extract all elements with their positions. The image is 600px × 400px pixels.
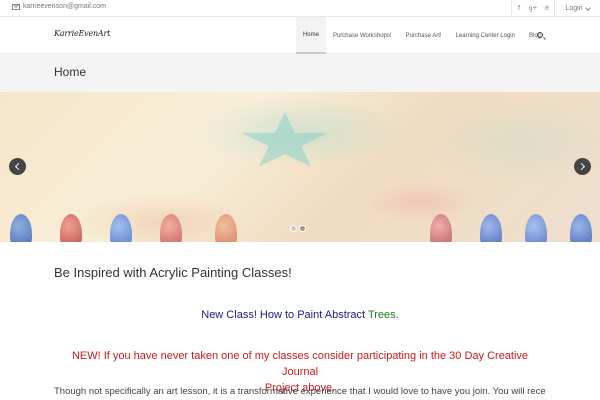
slide-paint-drop — [60, 214, 82, 242]
slide-paint-drop — [160, 214, 182, 242]
slide-paint-drop — [215, 214, 237, 242]
new-class-text: New Class! How to Paint Abstract — [201, 309, 368, 321]
promo-line-1: NEW! If you have never taken one of my c… — [71, 350, 529, 378]
mail-icon — [12, 3, 20, 10]
slider-dot[interactable] — [299, 225, 306, 232]
main-nav: Home Purchase Workshops! Purchase Art! L… — [295, 17, 548, 54]
slide-paint-drop — [570, 214, 592, 242]
page-title: Home — [54, 65, 87, 79]
slide-painting-image — [241, 112, 329, 167]
email-text: karrieevenson@gmail.com — [23, 3, 106, 10]
contact-email[interactable]: karrieevenson@gmail.com — [12, 3, 106, 10]
new-class-suffix: . — [395, 309, 399, 321]
content-heading: Be Inspired with Acrylic Painting Classe… — [54, 265, 292, 280]
facebook-icon[interactable]: f — [512, 0, 526, 17]
chevron-left-icon — [14, 162, 23, 171]
slide-paint-drop — [525, 214, 547, 242]
page-title-bar: Home — [0, 54, 600, 92]
social-links: f g+ ℗ — [511, 0, 554, 17]
search-icon[interactable] — [537, 32, 543, 38]
slider-dot[interactable] — [290, 225, 297, 232]
slider-prev-button[interactable] — [9, 158, 26, 175]
new-class-highlight: Trees — [367, 309, 396, 321]
chevron-right-icon — [577, 162, 586, 171]
site-header: KarrieEvenArt Home Purchase Workshops! P… — [0, 17, 600, 54]
slide-paint-drop — [10, 214, 32, 242]
slider-pagination — [290, 225, 306, 232]
google-plus-icon[interactable]: g+ — [526, 0, 540, 17]
body-paragraph: Though not specifically an art lesson, i… — [54, 386, 546, 397]
slide-paint-drop — [480, 214, 502, 242]
login-dropdown[interactable]: Login — [554, 0, 600, 17]
nav-item-learning-center-login[interactable]: Learning Center Login — [449, 17, 522, 54]
pinterest-icon[interactable]: ℗ — [540, 0, 554, 17]
nav-item-home[interactable]: Home — [295, 17, 326, 54]
nav-item-purchase-art[interactable]: Purchase Art! — [399, 17, 449, 54]
hero-slider — [0, 92, 600, 242]
slide-paint-drop — [430, 214, 452, 242]
chevron-down-icon — [584, 4, 591, 11]
slider-next-button[interactable] — [574, 158, 591, 175]
site-logo[interactable]: KarrieEvenArt — [54, 29, 110, 38]
slide-paint-drop — [110, 214, 132, 242]
nav-item-blog[interactable]: Blog — [522, 17, 548, 54]
login-label: Login — [565, 5, 583, 12]
nav-item-purchase-workshops[interactable]: Purchase Workshops! — [326, 17, 399, 54]
new-class-announcement[interactable]: New Class! How to Paint Abstract Trees. — [54, 309, 546, 321]
top-bar: karrieevenson@gmail.com f g+ ℗ Login — [0, 0, 600, 17]
